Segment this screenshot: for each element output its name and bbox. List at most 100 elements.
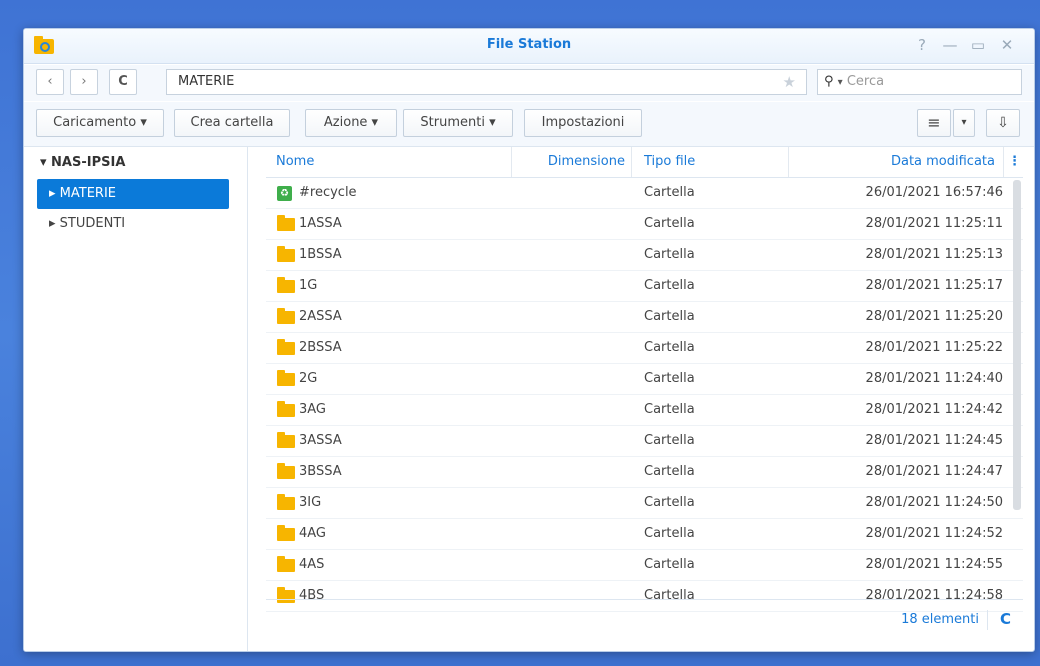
file-type: Cartella [644,216,695,231]
minimize-icon[interactable]: — [939,34,961,56]
file-name: 2BSSA [299,340,342,355]
new-folder-button[interactable]: Crea cartella [174,109,290,137]
search-icon: ⚲ [824,74,834,89]
table-row[interactable]: 2BSSA Cartella 28/01/2021 11:25:22 [266,333,1023,364]
folder-icon [277,215,295,231]
close-icon[interactable]: ✕ [996,34,1018,56]
favorite-star-icon[interactable]: ★ [783,70,796,94]
file-modified: 28/01/2021 11:25:22 [865,340,1003,355]
file-type: Cartella [644,371,695,386]
column-header-name[interactable]: Nome [266,147,512,177]
folder-icon [277,246,295,262]
recycle-icon: ♻ [277,186,292,201]
file-modified: 28/01/2021 11:24:50 [865,495,1003,510]
table-row[interactable]: 3ASSA Cartella 28/01/2021 11:24:45 [266,426,1023,457]
folder-icon [277,463,295,479]
title-bar: File Station ? — ▭ ✕ [24,29,1034,64]
table-row[interactable]: 1BSSA Cartella 28/01/2021 11:25:13 [266,240,1023,271]
file-modified: 28/01/2021 11:25:17 [865,278,1003,293]
search-input[interactable]: ⚲ ▾ Cerca [817,69,1022,95]
file-type: Cartella [644,247,695,262]
navigation-bar: ‹ › C MATERIE ★ ⚲ ▾ Cerca [24,65,1034,101]
file-type: Cartella [644,526,695,541]
settings-button[interactable]: Impostazioni [524,109,642,137]
item-count: 18 elementi [901,612,979,627]
refresh-icon[interactable]: C [1000,610,1011,628]
table-row[interactable]: 3AG Cartella 28/01/2021 11:24:42 [266,395,1023,426]
file-type: Cartella [644,402,695,417]
file-type: Cartella [644,278,695,293]
table-row[interactable]: 3BSSA Cartella 28/01/2021 11:24:47 [266,457,1023,488]
file-name: 3BSSA [299,464,342,479]
folder-icon [277,525,295,541]
table-row[interactable]: 4AS Cartella 28/01/2021 11:24:55 [266,550,1023,581]
search-dropdown-icon[interactable]: ▾ [838,77,843,88]
back-button[interactable]: ‹ [36,69,64,95]
file-modified: 26/01/2021 16:57:46 [865,185,1003,200]
sidebar-item-materie[interactable]: ▸ MATERIE [37,179,229,209]
column-header-size[interactable]: Dimensione [512,147,632,177]
column-options-icon[interactable]: ⋮ [1008,147,1021,177]
path-text: MATERIE [178,74,235,89]
file-list-panel: Nome Dimensione Tipo file Data modificat… [266,147,1023,651]
file-name: 2ASSA [299,309,342,324]
file-station-window: File Station ? — ▭ ✕ ‹ › C MATERIE ★ ⚲ ▾… [23,28,1035,652]
file-name: 3IG [299,495,322,510]
status-footer: 18 elementi C [266,599,1023,640]
toolbar: Caricamento ▾ Crea cartella Azione ▾ Str… [24,102,1034,147]
table-row[interactable]: 3IG Cartella 28/01/2021 11:24:50 [266,488,1023,519]
folder-icon [277,432,295,448]
file-name: 1G [299,278,318,293]
view-dropdown-icon[interactable]: ▾ [953,109,975,137]
sort-icon[interactable]: ⇩ [986,109,1020,137]
file-list: ♻ #recycle Cartella 26/01/2021 16:57:46 … [266,178,1023,612]
file-type: Cartella [644,340,695,355]
action-button[interactable]: Azione ▾ [305,109,397,137]
sidebar-item-studenti[interactable]: ▸ STUDENTI [37,209,229,239]
file-name: 4AG [299,526,327,541]
folder-icon [277,277,295,293]
forward-button[interactable]: › [70,69,98,95]
file-type: Cartella [644,309,695,324]
file-modified: 28/01/2021 11:24:45 [865,433,1003,448]
refresh-button[interactable]: C [109,69,137,95]
column-header-type[interactable]: Tipo file [632,147,789,177]
table-row[interactable]: 2ASSA Cartella 28/01/2021 11:25:20 [266,302,1023,333]
help-icon[interactable]: ? [911,34,933,56]
file-modified: 28/01/2021 11:25:11 [865,216,1003,231]
table-row[interactable]: ♻ #recycle Cartella 26/01/2021 16:57:46 [266,178,1023,209]
file-type: Cartella [644,557,695,572]
vertical-scrollbar[interactable] [1013,180,1021,510]
file-type: Cartella [644,495,695,510]
table-row[interactable]: 2G Cartella 28/01/2021 11:24:40 [266,364,1023,395]
file-modified: 28/01/2021 11:24:52 [865,526,1003,541]
file-modified: 28/01/2021 11:24:47 [865,464,1003,479]
folder-icon [277,370,295,386]
file-name: 1ASSA [299,216,342,231]
column-header-modified[interactable]: Data modificata [789,147,1004,177]
table-row[interactable]: 4AG Cartella 28/01/2021 11:24:52 [266,519,1023,550]
maximize-icon[interactable]: ▭ [967,34,989,56]
file-name: 2G [299,371,318,386]
table-row[interactable]: 1ASSA Cartella 28/01/2021 11:25:11 [266,209,1023,240]
file-modified: 28/01/2021 11:25:13 [865,247,1003,262]
tree-root-nas[interactable]: ▾ NAS-IPSIA [40,155,125,170]
folder-icon [277,308,295,324]
footer-divider [987,610,988,630]
file-modified: 28/01/2021 11:24:55 [865,557,1003,572]
list-view-icon[interactable]: ≡ [917,109,951,137]
file-type: Cartella [644,433,695,448]
file-name: #recycle [299,185,357,200]
file-name: 4AS [299,557,325,572]
folder-icon [277,494,295,510]
tools-button[interactable]: Strumenti ▾ [403,109,513,137]
table-row[interactable]: 1G Cartella 28/01/2021 11:25:17 [266,271,1023,302]
upload-button[interactable]: Caricamento ▾ [36,109,164,137]
table-header: Nome Dimensione Tipo file Data modificat… [266,147,1023,178]
folder-tree-sidebar: ▾ NAS-IPSIA ▸ MATERIE ▸ STUDENTI [24,147,248,651]
search-placeholder: Cerca [846,74,885,89]
file-name: 1BSSA [299,247,342,262]
file-modified: 28/01/2021 11:25:20 [865,309,1003,324]
file-modified: 28/01/2021 11:24:42 [865,402,1003,417]
path-field[interactable]: MATERIE ★ [166,69,807,95]
